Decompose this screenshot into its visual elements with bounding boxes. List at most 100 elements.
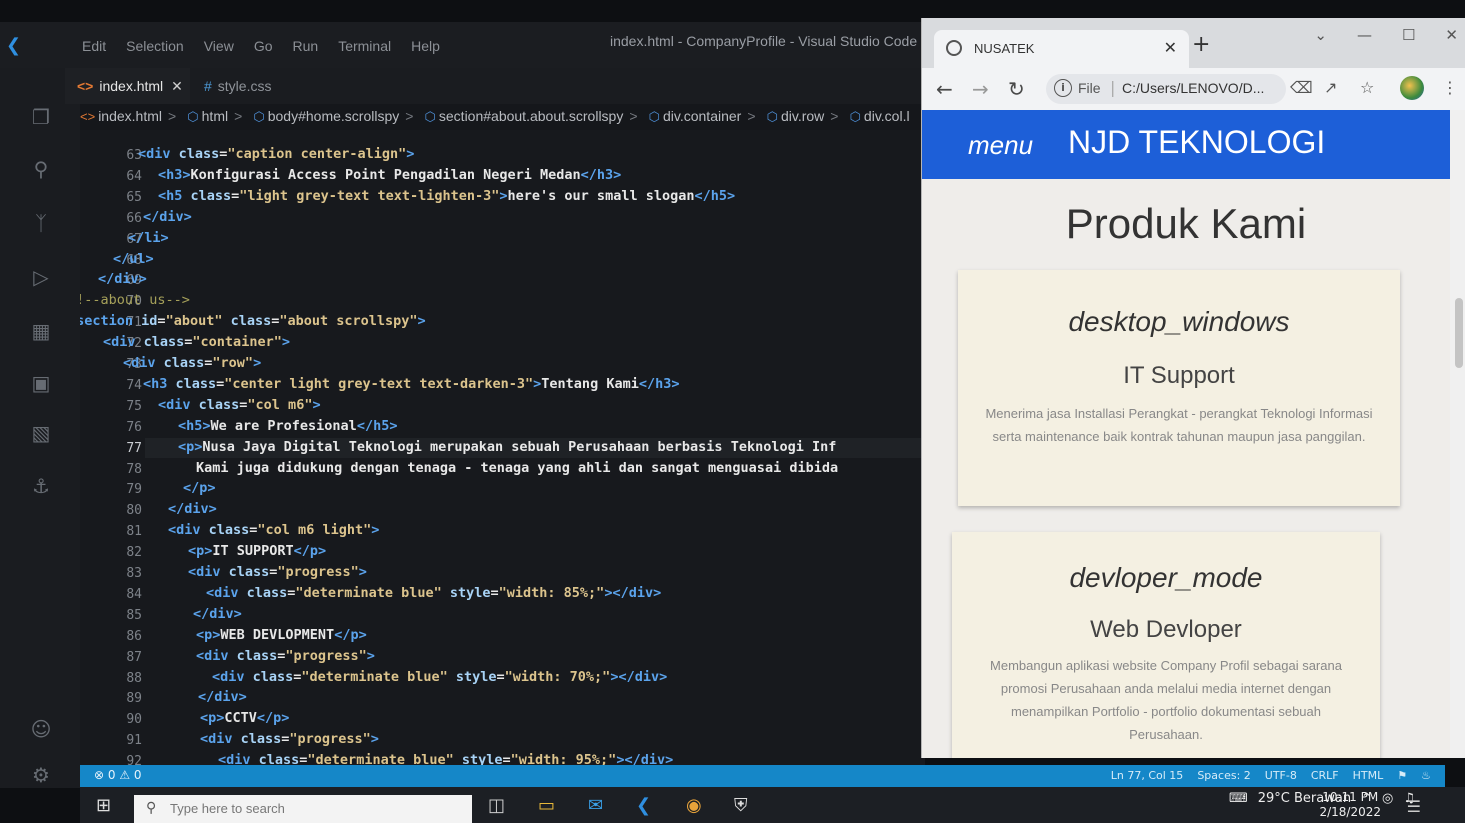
- line-number: 85: [126, 607, 142, 623]
- scrollbar-thumb[interactable]: [1455, 298, 1463, 368]
- clock[interactable]: 10:11 PM 2/18/2022: [1319, 790, 1381, 820]
- info-icon[interactable]: i: [1054, 79, 1072, 97]
- mail-icon[interactable]: ✉: [588, 795, 603, 816]
- breadcrumb-item[interactable]: ⬡ div.col.l: [850, 108, 910, 124]
- language-mode[interactable]: HTML: [1353, 769, 1384, 782]
- line-number: 65: [126, 189, 142, 205]
- problems-indicator[interactable]: ⊗ 0 ⚠ 0: [94, 768, 142, 782]
- source-control-icon[interactable]: ᛉ: [28, 210, 54, 236]
- task-view-icon[interactable]: ◫: [488, 795, 505, 816]
- end-of-line[interactable]: CRLF: [1311, 769, 1339, 782]
- line-number: 66: [126, 210, 142, 226]
- minimize-button[interactable]: —: [1357, 26, 1372, 44]
- site-brand[interactable]: NJD TEKNOLOGI: [1068, 124, 1325, 161]
- new-tab-button[interactable]: +: [1192, 32, 1210, 57]
- element-icon: ⬡: [424, 109, 436, 124]
- vscode-taskbar-icon[interactable]: ❮: [636, 795, 651, 816]
- docker-icon[interactable]: ⚓: [28, 473, 54, 499]
- share-icon[interactable]: ↗: [1324, 78, 1337, 97]
- web-page: menu NJD TEKNOLOGI Produk Kami desktop_w…: [922, 110, 1450, 758]
- tab-index-html[interactable]: <> index.html ✕: [65, 68, 190, 104]
- back-icon[interactable]: ←: [936, 77, 953, 101]
- taskbar: ⊞ ⚲ Type here to search ◫ ▭ ✉ ❮ ◉ ⛨ ⌨ 29…: [80, 787, 1465, 823]
- code-line: <p>WEB DEVLOPMENT</p>: [196, 626, 367, 643]
- tab-label: index.html: [99, 78, 164, 94]
- more-menu-icon[interactable]: ⋮: [1442, 78, 1458, 97]
- cursor-position[interactable]: Ln 77, Col 15: [1111, 769, 1184, 782]
- menu-link[interactable]: menu: [968, 130, 1033, 161]
- date: 2/18/2022: [1319, 805, 1381, 819]
- menu-help[interactable]: Help: [411, 38, 440, 54]
- search-icon[interactable]: ⚲: [28, 156, 54, 182]
- notification-icon[interactable]: ☰: [1407, 797, 1421, 816]
- breadcrumb-item[interactable]: ⬡ section#about.about.scrollspy: [425, 108, 624, 124]
- code-editor[interactable]: 63 64 65 66 67 68 69 70 71 72 73 74 75 76 77 78 79 80 81 82…: [80, 130, 925, 785]
- extensions-icon[interactable]: ▦: [28, 318, 54, 344]
- windows-start-icon[interactable]: ⊞: [96, 795, 111, 816]
- testing-icon[interactable]: ▧: [28, 420, 54, 446]
- close-window-button[interactable]: ✕: [1445, 26, 1458, 44]
- explorer-icon[interactable]: ❐: [28, 104, 54, 130]
- developer-mode-icon: devloper_mode: [1069, 562, 1263, 593]
- maximize-button[interactable]: ☐: [1402, 26, 1415, 44]
- code-line: <div class="determinate blue" style="wid…: [206, 584, 662, 601]
- code-line: </div>: [168, 501, 217, 518]
- menu-selection[interactable]: Selection: [126, 38, 184, 54]
- menu-edit[interactable]: Edit: [82, 38, 106, 54]
- address-bar[interactable]: i File | C:/Users/LENOVO/D...: [1046, 74, 1286, 104]
- breadcrumb-item[interactable]: ⬡ div.container: [649, 108, 742, 124]
- network-icon[interactable]: ◎: [1382, 791, 1393, 806]
- chevron-down-icon[interactable]: ⌄: [1314, 26, 1327, 44]
- indentation[interactable]: Spaces: 2: [1197, 769, 1250, 782]
- code-line: <section id="about" class="about scrolls…: [80, 313, 426, 330]
- line-number: 64: [126, 168, 142, 184]
- page-scrollbar[interactable]: [1450, 110, 1465, 758]
- account-icon[interactable]: ☺: [28, 716, 54, 742]
- feedback-icon[interactable]: ⚑: [1397, 769, 1407, 782]
- translate-icon[interactable]: ⌫: [1290, 78, 1313, 97]
- close-icon[interactable]: ✕: [171, 78, 183, 94]
- product-card: devloper_mode Web Devloper Membangun apl…: [952, 532, 1380, 758]
- tab-style-css[interactable]: # style.css: [200, 68, 271, 104]
- keyboard-icon[interactable]: ⌨: [1229, 791, 1248, 806]
- reload-icon[interactable]: ↻: [1008, 77, 1025, 101]
- profile-avatar[interactable]: [1400, 76, 1424, 100]
- breadcrumb-item[interactable]: ⬡ div.row: [767, 108, 825, 124]
- line-number: 75: [126, 398, 142, 414]
- vscode-logo-icon[interactable]: ❮: [6, 36, 26, 56]
- encoding[interactable]: UTF-8: [1265, 769, 1297, 782]
- taskbar-search[interactable]: ⚲ Type here to search: [134, 795, 472, 823]
- file-explorer-icon[interactable]: ▭: [538, 795, 555, 816]
- line-number: 77: [126, 440, 142, 456]
- breadcrumb: <> index.html > ⬡ html > ⬡ body#home.scrollsp…: [80, 106, 925, 130]
- breadcrumb-item[interactable]: ⬡ html: [187, 108, 228, 124]
- breadcrumb-item[interactable]: <> index.html: [80, 108, 162, 124]
- security-shield-icon[interactable]: ⛨: [734, 795, 748, 816]
- element-icon: ⬡: [648, 109, 660, 124]
- code-line: <div class="determinate blue" style="wid…: [212, 668, 668, 685]
- search-placeholder: Type here to search: [170, 801, 285, 816]
- code-line: <div class="col m6">: [158, 396, 321, 413]
- menu-go[interactable]: Go: [254, 38, 273, 54]
- close-icon[interactable]: ✕: [1164, 38, 1177, 57]
- code-line: <p>Nusa Jaya Digital Teknologi merupakan…: [178, 438, 837, 455]
- menubar: ❮ Edit Selection View Go Run Terminal He…: [0, 22, 925, 68]
- browser-window: NUSATEK ✕ + ⌄ — ☐ ✕ ← → ↻ i File | C:/Us…: [921, 18, 1465, 758]
- browser-tab[interactable]: NUSATEK ✕: [934, 30, 1189, 68]
- bell-icon[interactable]: ♨: [1421, 769, 1431, 782]
- gear-icon[interactable]: ⚙: [28, 762, 54, 788]
- card-title: IT Support: [1123, 362, 1235, 389]
- code-line: <h5>We are Profesional</h5>: [178, 417, 398, 434]
- star-icon[interactable]: ☆: [1360, 78, 1374, 97]
- remote-explorer-icon[interactable]: ▣: [28, 370, 54, 396]
- menu-run[interactable]: Run: [293, 38, 319, 54]
- menu-view[interactable]: View: [204, 38, 234, 54]
- run-debug-icon[interactable]: ▷: [28, 264, 54, 290]
- code-line: </ul>: [113, 250, 154, 267]
- status-right: Ln 77, Col 15 Spaces: 2 UTF-8 CRLF HTML …: [1111, 769, 1431, 782]
- forward-icon[interactable]: →: [972, 77, 989, 101]
- breadcrumb-item[interactable]: ⬡ body#home.scrollspy: [253, 108, 399, 124]
- menu-terminal[interactable]: Terminal: [338, 38, 391, 54]
- chrome-taskbar-icon[interactable]: ◉: [686, 795, 702, 816]
- line-number: 91: [126, 733, 142, 749]
